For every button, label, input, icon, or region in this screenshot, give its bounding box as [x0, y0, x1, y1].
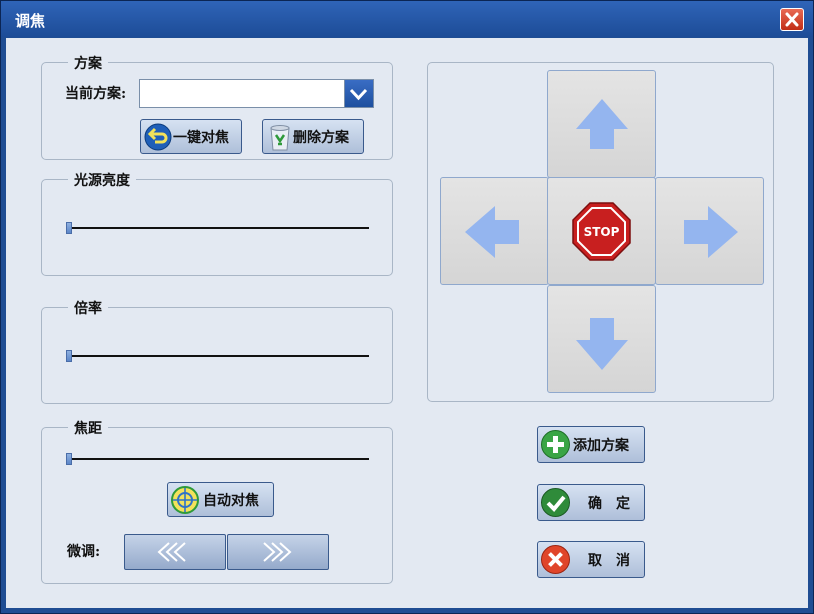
light-brightness-label: 光源亮度	[68, 170, 136, 190]
focal-track	[67, 458, 369, 460]
chevron-down-icon	[349, 88, 368, 101]
add-scheme-label: 添加方案	[573, 438, 629, 454]
dialog-body: 方案 当前方案: 一键对焦 删除方案 光源亮度 倍率 焦距 自动对焦 微调: S…	[6, 38, 808, 608]
move-left-button[interactable]	[440, 177, 549, 285]
scheme-group: 方案 当前方案: 一键对焦 删除方案	[41, 53, 393, 160]
focal-slider[interactable]	[66, 453, 72, 465]
arrow-left-icon	[465, 206, 519, 258]
x-icon	[541, 545, 570, 574]
recycle-bin-icon	[270, 125, 290, 151]
double-chevron-left-icon	[157, 542, 186, 562]
delete-scheme-button[interactable]: 删除方案	[262, 119, 364, 154]
light-brightness-group: 光源亮度	[41, 170, 393, 276]
magnification-group: 倍率	[41, 298, 393, 404]
delete-scheme-label: 删除方案	[293, 130, 349, 146]
light-brightness-slider[interactable]	[66, 222, 72, 234]
plus-icon	[541, 430, 570, 459]
arrow-down-icon	[576, 318, 628, 370]
stop-sign-icon: STOP	[572, 202, 631, 261]
scheme-group-label: 方案	[68, 53, 108, 73]
auto-focus-button[interactable]: 自动对焦	[167, 482, 274, 517]
focus-dialog: 调焦 方案 当前方案: 一键对焦 删除方案 光源亮度 倍率 焦距 自动对焦 微调…	[0, 0, 814, 614]
auto-focus-label: 自动对焦	[203, 493, 259, 509]
magnification-label: 倍率	[68, 298, 108, 318]
arrow-up-icon	[576, 99, 628, 149]
dropdown-button[interactable]	[344, 80, 373, 107]
confirm-button[interactable]: 确 定	[537, 484, 645, 521]
fine-tune-right-button[interactable]	[227, 534, 329, 570]
light-brightness-track	[67, 227, 369, 229]
close-button[interactable]	[780, 8, 804, 31]
fine-tune-left-button[interactable]	[124, 534, 226, 570]
fine-tune-label: 微调:	[67, 544, 101, 560]
cancel-button[interactable]: 取 消	[537, 541, 645, 578]
one-key-focus-label: 一键对焦	[173, 130, 229, 146]
window-title: 调焦	[15, 12, 46, 30]
title-bar[interactable]: 调焦	[1, 1, 813, 37]
one-key-focus-button[interactable]: 一键对焦	[140, 119, 242, 154]
stop-button[interactable]: STOP	[547, 177, 656, 285]
stop-text: STOP	[584, 225, 620, 239]
close-icon	[785, 12, 799, 27]
checkmark-icon	[541, 488, 570, 517]
confirm-label: 确 定	[588, 496, 630, 512]
cancel-label: 取 消	[588, 553, 630, 569]
return-arrow-icon	[144, 123, 172, 151]
move-right-button[interactable]	[655, 177, 764, 285]
current-scheme-select[interactable]	[139, 79, 374, 108]
double-chevron-right-icon	[263, 542, 292, 562]
move-up-button[interactable]	[547, 70, 656, 178]
arrow-right-icon	[684, 206, 738, 258]
magnification-slider[interactable]	[66, 350, 72, 362]
current-scheme-label: 当前方案:	[65, 86, 127, 102]
move-down-button[interactable]	[547, 285, 656, 393]
target-icon	[171, 486, 199, 514]
focal-group: 焦距 自动对焦 微调:	[41, 418, 393, 584]
direction-pad-group: STOP	[427, 62, 774, 402]
focal-label: 焦距	[68, 418, 108, 438]
add-scheme-button[interactable]: 添加方案	[537, 426, 645, 463]
magnification-track	[67, 355, 369, 357]
